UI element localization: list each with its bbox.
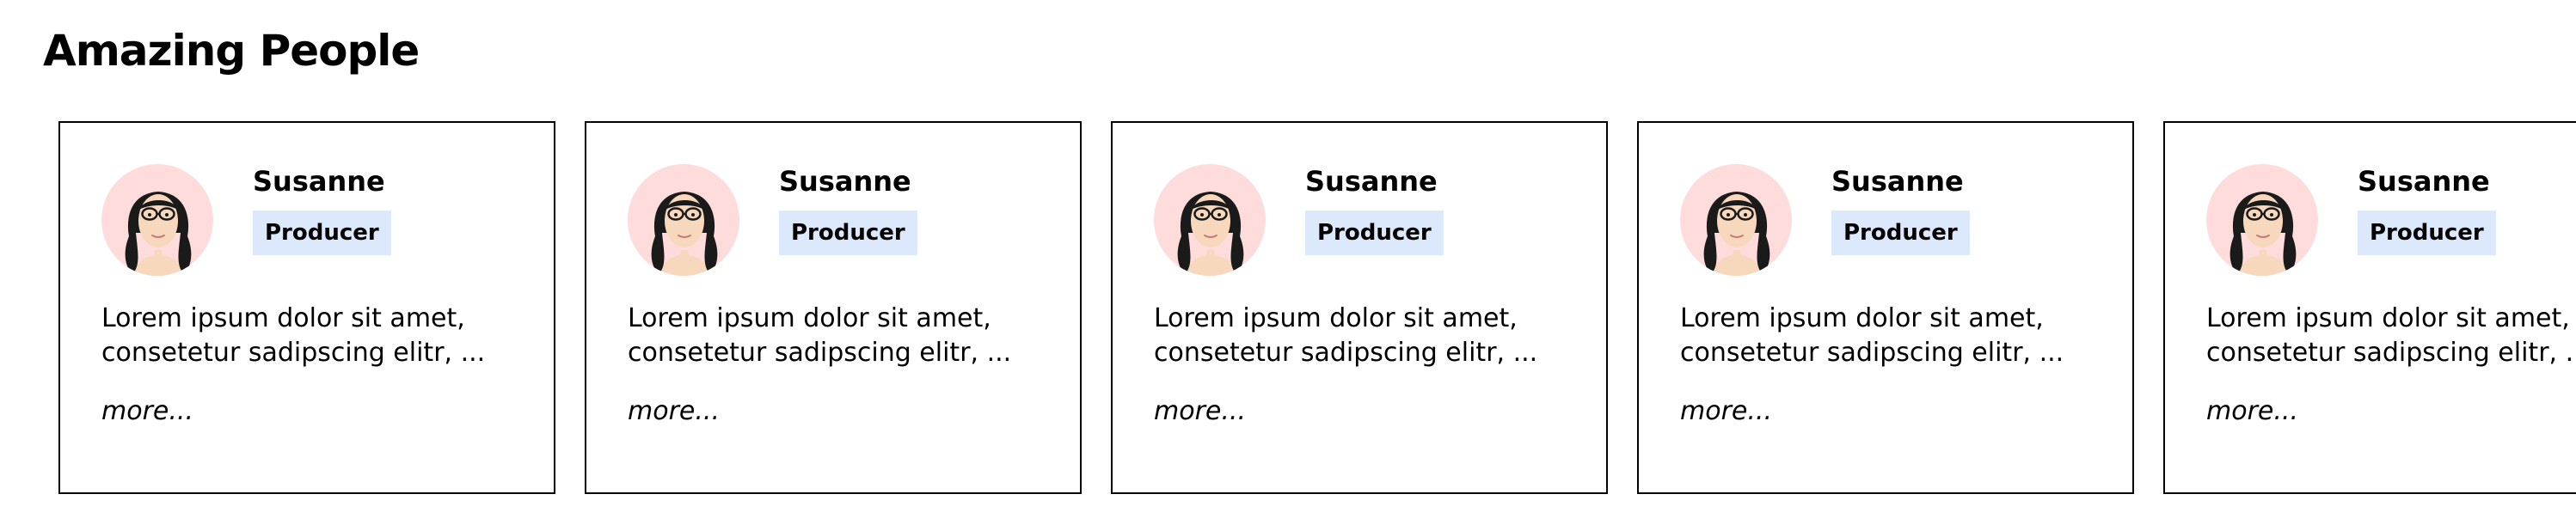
person-card: Susanne Producer Lorem ipsum dolor sit a… bbox=[1111, 121, 1608, 494]
role-badge: Producer bbox=[2358, 211, 2496, 255]
person-card: Susanne Producer Lorem ipsum dolor sit a… bbox=[2163, 121, 2576, 494]
person-name: Susanne bbox=[1831, 165, 1964, 198]
person-card: Susanne Producer Lorem ipsum dolor sit a… bbox=[585, 121, 1082, 494]
avatar bbox=[1680, 164, 1792, 276]
description-line: consetetur sadipscing elitr, ... bbox=[1680, 338, 2064, 368]
more-link[interactable]: more... bbox=[1680, 394, 1772, 429]
woman-with-glasses-avatar-icon bbox=[651, 192, 718, 276]
person-name: Susanne bbox=[1305, 165, 1438, 198]
person-card: Susanne Producer Lorem ipsum dolor sit a… bbox=[58, 121, 555, 494]
avatar bbox=[2206, 164, 2318, 276]
person-card: Susanne Producer Lorem ipsum dolor sit a… bbox=[1637, 121, 2134, 494]
avatar bbox=[1154, 164, 1266, 276]
role-badge: Producer bbox=[779, 211, 917, 255]
more-link[interactable]: more... bbox=[2206, 394, 2298, 429]
woman-with-glasses-avatar-icon bbox=[1177, 192, 1244, 276]
person-name: Susanne bbox=[2358, 165, 2490, 198]
woman-with-glasses-avatar-icon bbox=[1703, 192, 1770, 276]
person-name: Susanne bbox=[253, 165, 385, 198]
person-description: Lorem ipsum dolor sit amet, consetetur s… bbox=[1154, 302, 1537, 370]
avatar bbox=[101, 164, 213, 276]
description-line: consetetur sadipscing elitr, ... bbox=[1154, 338, 1538, 368]
description-line: Lorem ipsum dolor sit amet, bbox=[628, 303, 991, 333]
role-badge: Producer bbox=[253, 211, 391, 255]
more-link[interactable]: more... bbox=[1154, 394, 1246, 429]
description-line: Lorem ipsum dolor sit amet, bbox=[1680, 303, 2044, 333]
more-link[interactable]: more... bbox=[628, 394, 720, 429]
description-line: Lorem ipsum dolor sit amet, bbox=[101, 303, 465, 333]
description-line: consetetur sadipscing elitr, ... bbox=[2206, 338, 2576, 368]
person-description: Lorem ipsum dolor sit amet, consetetur s… bbox=[1680, 302, 2064, 370]
more-link[interactable]: more... bbox=[101, 394, 193, 429]
description-line: Lorem ipsum dolor sit amet, bbox=[2206, 303, 2570, 333]
person-description: Lorem ipsum dolor sit amet, consetetur s… bbox=[101, 302, 485, 370]
people-card-list: Susanne Producer Lorem ipsum dolor sit a… bbox=[58, 121, 2576, 499]
person-name: Susanne bbox=[779, 165, 911, 198]
person-description: Lorem ipsum dolor sit amet, consetetur s… bbox=[2206, 302, 2576, 370]
woman-with-glasses-avatar-icon bbox=[125, 192, 192, 276]
description-line: consetetur sadipscing elitr, ... bbox=[628, 338, 1012, 368]
description-line: consetetur sadipscing elitr, ... bbox=[101, 338, 486, 368]
role-badge: Producer bbox=[1305, 211, 1444, 255]
description-line: Lorem ipsum dolor sit amet, bbox=[1154, 303, 1518, 333]
person-description: Lorem ipsum dolor sit amet, consetetur s… bbox=[628, 302, 1011, 370]
role-badge: Producer bbox=[1831, 211, 1970, 255]
woman-with-glasses-avatar-icon bbox=[2229, 192, 2297, 276]
page-title: Amazing People bbox=[43, 26, 420, 76]
avatar bbox=[628, 164, 739, 276]
